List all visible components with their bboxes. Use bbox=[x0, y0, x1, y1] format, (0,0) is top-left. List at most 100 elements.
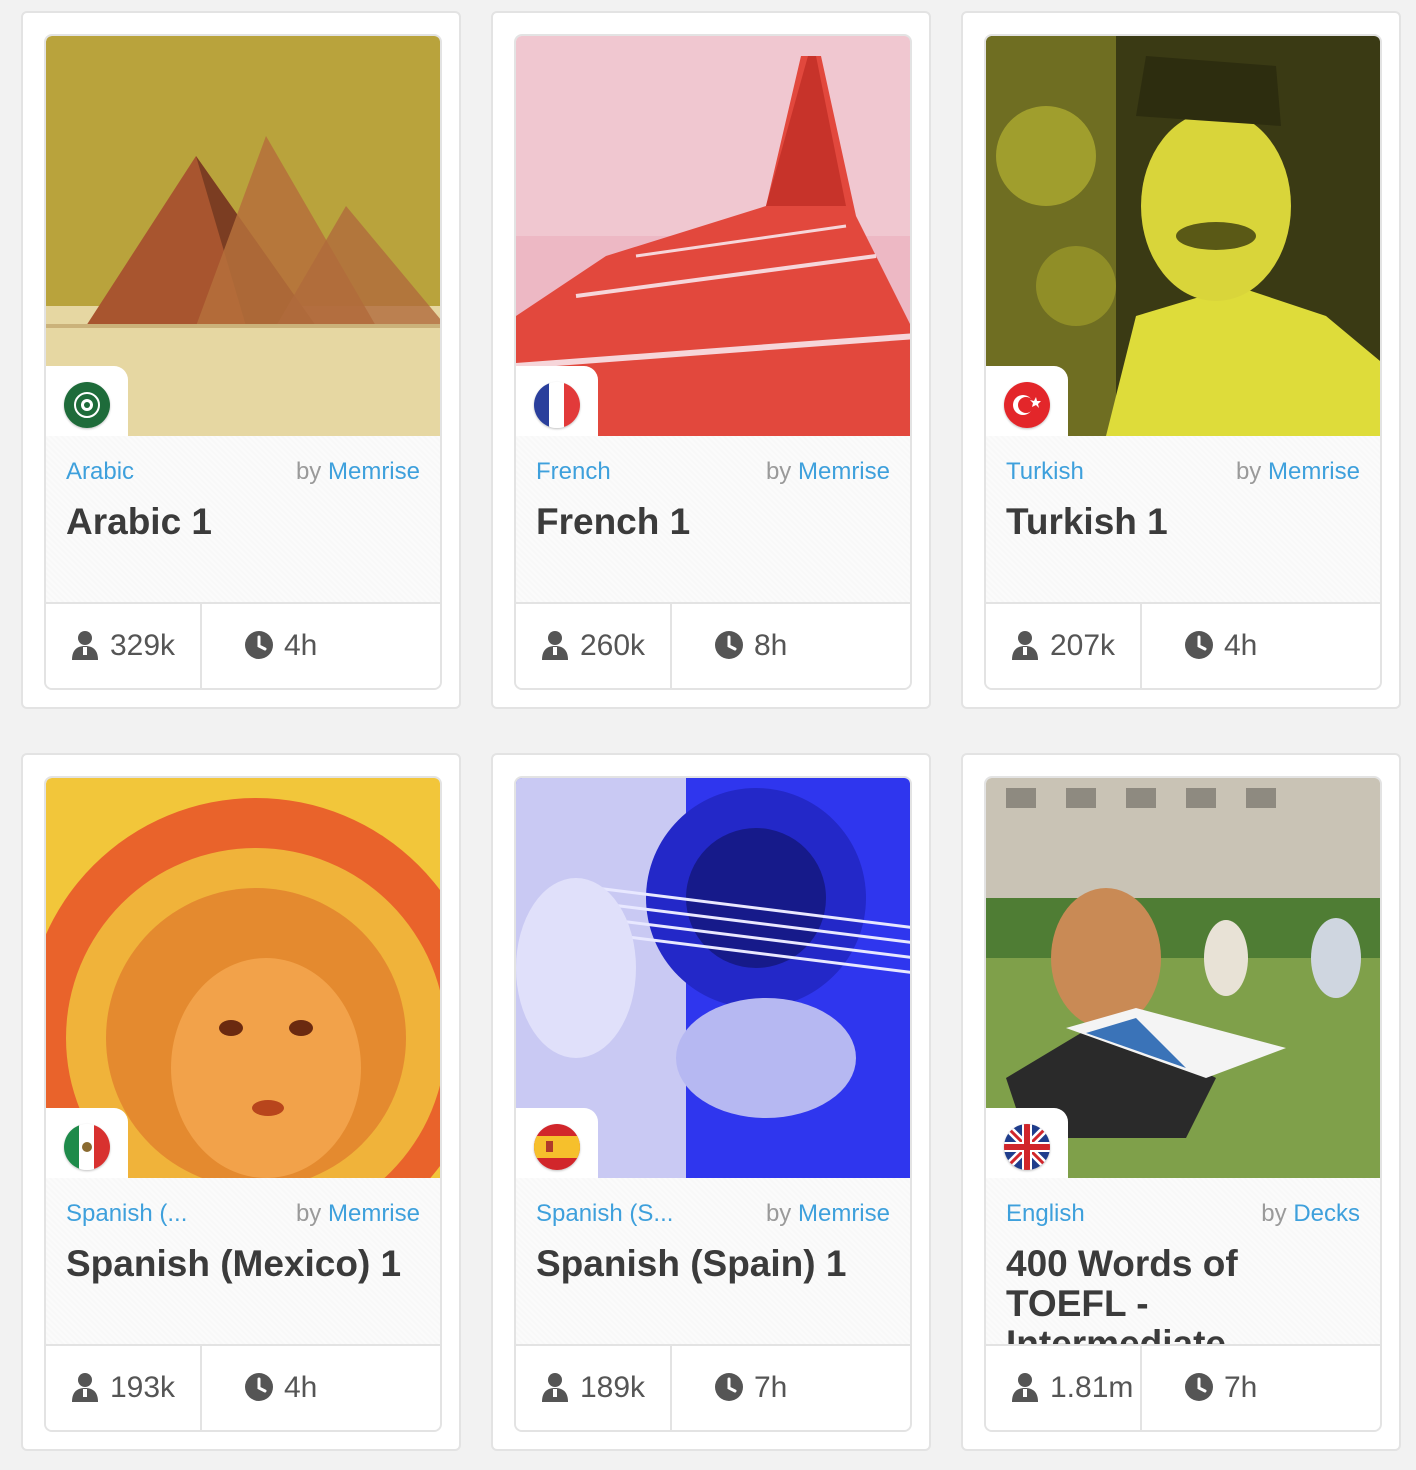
learners-count: 329k bbox=[110, 629, 176, 662]
course-language-link[interactable]: Arabic bbox=[66, 456, 134, 488]
flag-tab bbox=[986, 1108, 1068, 1178]
course-stats: 207k 4h bbox=[986, 602, 1380, 688]
course-meta: Spanish (... by Memrise bbox=[66, 1198, 420, 1230]
course-meta: English by Decks bbox=[1006, 1198, 1360, 1230]
france-flag-icon bbox=[534, 382, 580, 428]
course-card-inner[interactable]: Arabic by Memrise Arabic 1 329k 4h bbox=[44, 34, 442, 690]
person-icon bbox=[1012, 1373, 1038, 1402]
learners-stat: 1.81m bbox=[986, 1346, 1142, 1430]
clock-icon bbox=[1185, 1373, 1213, 1401]
course-title[interactable]: Arabic 1 bbox=[66, 502, 420, 542]
flag-tab bbox=[516, 1108, 598, 1178]
learners-stat: 193k bbox=[46, 1346, 202, 1430]
flag-tab bbox=[516, 366, 598, 436]
course-card[interactable]: Spanish (S... by Memrise Spanish (Spain)… bbox=[491, 753, 931, 1451]
flag-tab bbox=[986, 366, 1068, 436]
course-card[interactable]: Spanish (... by Memrise Spanish (Mexico)… bbox=[21, 753, 461, 1451]
duration-stat: 4h bbox=[202, 1346, 440, 1430]
flag-tab bbox=[46, 1108, 128, 1178]
duration-stat: 4h bbox=[1142, 604, 1380, 688]
course-language-link[interactable]: Spanish (... bbox=[66, 1198, 187, 1230]
duration-stat: 7h bbox=[672, 1346, 910, 1430]
duration-stat: 7h bbox=[1142, 1346, 1380, 1430]
course-card-inner[interactable]: English by Decks 400 Words of TOEFL - In… bbox=[984, 776, 1382, 1432]
turkey-flag-icon bbox=[1004, 382, 1050, 428]
course-language-link[interactable]: English bbox=[1006, 1198, 1085, 1230]
clock-icon bbox=[1185, 631, 1213, 659]
course-card[interactable]: English by Decks 400 Words of TOEFL - In… bbox=[961, 753, 1401, 1451]
person-icon bbox=[72, 1373, 98, 1402]
course-title[interactable]: Spanish (Mexico) 1 bbox=[66, 1244, 420, 1284]
by-label: by bbox=[295, 458, 322, 485]
course-byline: by Memrise bbox=[1236, 456, 1360, 488]
by-label: by bbox=[765, 458, 792, 485]
flag-tab bbox=[46, 366, 128, 436]
course-stats: 1.81m 7h bbox=[986, 1344, 1380, 1430]
uk-flag-icon bbox=[1004, 1124, 1050, 1170]
course-grid: Arabic by Memrise Arabic 1 329k 4h Frenc… bbox=[0, 0, 1416, 1470]
clock-icon bbox=[245, 631, 273, 659]
course-author-link[interactable]: Memrise bbox=[1268, 458, 1360, 485]
course-meta: Arabic by Memrise bbox=[66, 456, 420, 488]
arab-league-flag-icon bbox=[64, 382, 110, 428]
learners-count: 207k bbox=[1050, 629, 1116, 662]
course-language-link[interactable]: French bbox=[536, 456, 611, 488]
clock-icon bbox=[715, 1373, 743, 1401]
course-stats: 189k 7h bbox=[516, 1344, 910, 1430]
clock-icon bbox=[245, 1373, 273, 1401]
duration-value: 7h bbox=[754, 1371, 788, 1404]
course-byline: by Memrise bbox=[296, 456, 420, 488]
duration-value: 8h bbox=[754, 629, 788, 662]
learners-count: 1.81m bbox=[1050, 1371, 1134, 1404]
course-card[interactable]: Arabic by Memrise Arabic 1 329k 4h bbox=[21, 11, 461, 709]
spain-flag-icon bbox=[534, 1124, 580, 1170]
person-icon bbox=[72, 631, 98, 660]
course-language-link[interactable]: Turkish bbox=[1006, 456, 1084, 488]
course-card-inner[interactable]: Turkish by Memrise Turkish 1 207k 4h bbox=[984, 34, 1382, 690]
learners-count: 189k bbox=[580, 1371, 646, 1404]
person-icon bbox=[542, 1373, 568, 1402]
mexico-flag-icon bbox=[64, 1124, 110, 1170]
course-title[interactable]: French 1 bbox=[536, 502, 890, 542]
duration-value: 7h bbox=[1224, 1371, 1258, 1404]
learners-stat: 207k bbox=[986, 604, 1142, 688]
duration-stat: 8h bbox=[672, 604, 910, 688]
learners-stat: 189k bbox=[516, 1346, 672, 1430]
duration-value: 4h bbox=[284, 629, 318, 662]
course-byline: by Memrise bbox=[766, 1198, 890, 1230]
course-title[interactable]: Turkish 1 bbox=[1006, 502, 1360, 542]
course-stats: 193k 4h bbox=[46, 1344, 440, 1430]
course-title[interactable]: Spanish (Spain) 1 bbox=[536, 1244, 890, 1284]
by-label: by bbox=[1261, 1200, 1287, 1227]
course-author-link[interactable]: Memrise bbox=[328, 458, 420, 485]
course-byline: by Memrise bbox=[766, 456, 890, 488]
course-author-link[interactable]: Decks bbox=[1293, 1200, 1360, 1227]
course-meta: French by Memrise bbox=[536, 456, 890, 488]
course-byline: by Decks bbox=[1261, 1198, 1360, 1230]
by-label: by bbox=[295, 1200, 322, 1227]
by-label: by bbox=[1235, 458, 1262, 485]
learners-count: 193k bbox=[110, 1371, 176, 1404]
course-card[interactable]: French by Memrise French 1 260k 8h bbox=[491, 11, 931, 709]
clock-icon bbox=[715, 631, 743, 659]
course-card[interactable]: Turkish by Memrise Turkish 1 207k 4h bbox=[961, 11, 1401, 709]
learners-stat: 329k bbox=[46, 604, 202, 688]
course-meta: Turkish by Memrise bbox=[1006, 456, 1360, 488]
course-author-link[interactable]: Memrise bbox=[328, 1200, 420, 1227]
learners-stat: 260k bbox=[516, 604, 672, 688]
course-stats: 260k 8h bbox=[516, 602, 910, 688]
duration-value: 4h bbox=[284, 1371, 318, 1404]
learners-count: 260k bbox=[580, 629, 646, 662]
person-icon bbox=[1012, 631, 1038, 660]
course-card-inner[interactable]: French by Memrise French 1 260k 8h bbox=[514, 34, 912, 690]
course-card-inner[interactable]: Spanish (S... by Memrise Spanish (Spain)… bbox=[514, 776, 912, 1432]
course-author-link[interactable]: Memrise bbox=[798, 1200, 890, 1227]
duration-value: 4h bbox=[1224, 629, 1258, 662]
course-card-inner[interactable]: Spanish (... by Memrise Spanish (Mexico)… bbox=[44, 776, 442, 1432]
person-icon bbox=[542, 631, 568, 660]
course-byline: by Memrise bbox=[296, 1198, 420, 1230]
course-stats: 329k 4h bbox=[46, 602, 440, 688]
course-language-link[interactable]: Spanish (S... bbox=[536, 1198, 673, 1230]
course-author-link[interactable]: Memrise bbox=[798, 458, 890, 485]
by-label: by bbox=[765, 1200, 792, 1227]
